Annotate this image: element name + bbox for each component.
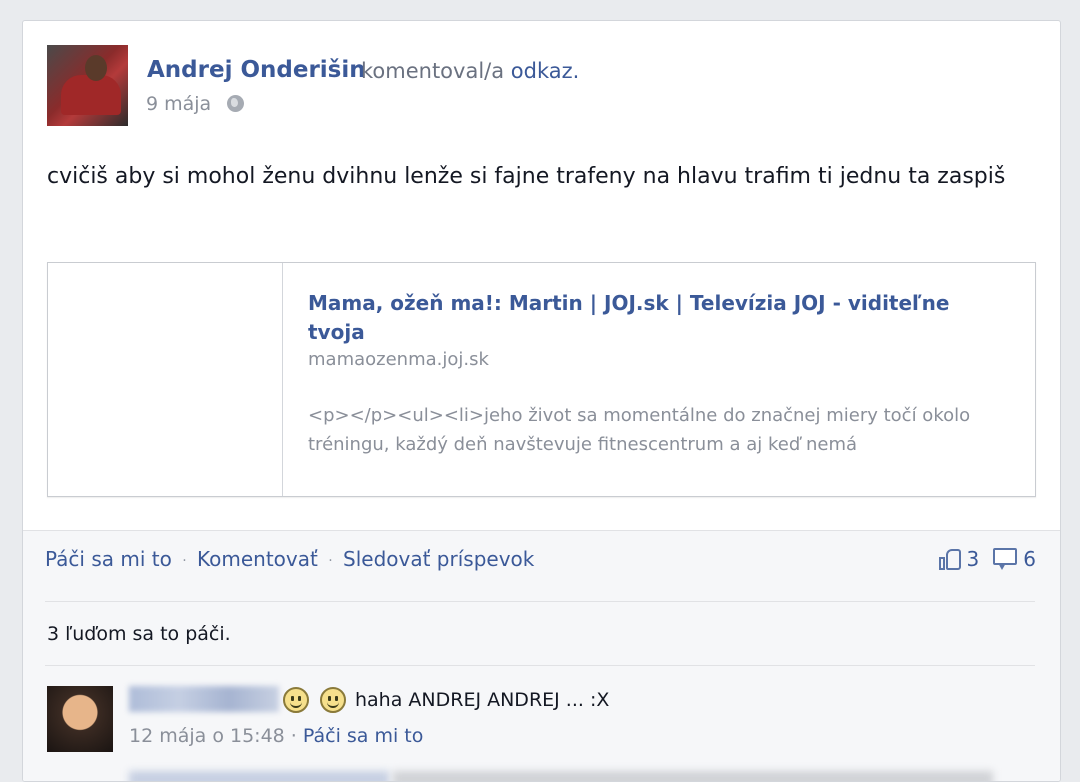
story-card: Andrej Onderišin komentoval/a odkaz. 9 m… — [22, 20, 1061, 782]
comment-meta: 12 mája o 15:48 · Páči sa mi to — [129, 725, 423, 747]
comment-like-button[interactable]: Páči sa mi to — [303, 725, 424, 747]
comment-button[interactable]: Komentovať — [197, 547, 318, 571]
like-count[interactable]: 3 — [967, 547, 980, 571]
object-link[interactable]: odkaz. — [511, 59, 580, 83]
thumbs-up-icon[interactable] — [938, 548, 961, 570]
next-comment-text-blurred — [393, 771, 993, 781]
smiley-emoticon-icon — [283, 687, 309, 713]
author-avatar[interactable] — [47, 45, 128, 126]
link-thumbnail[interactable] — [48, 263, 283, 496]
separator: · — [290, 725, 297, 747]
avatar-photo-body — [61, 75, 121, 115]
commenter-name-blurred[interactable] — [129, 686, 279, 712]
story-header-action: komentoval/a odkaz. — [361, 59, 579, 83]
link-title[interactable]: Mama, ožeň ma!: Martin | JOJ.sk | Televí… — [308, 289, 1008, 347]
divider — [45, 665, 1035, 666]
action-verb: komentoval/a — [361, 59, 505, 83]
post-message: cvičiš aby si mohol ženu dvihnu lenže si… — [47, 164, 1006, 189]
commenter-avatar[interactable] — [47, 686, 113, 752]
follow-post-button[interactable]: Sledovať príspevok — [343, 547, 534, 571]
divider — [45, 601, 1035, 602]
action-links: Páči sa mi to · Komentovať · Sledovať pr… — [45, 547, 534, 571]
comment-count[interactable]: 6 — [1023, 547, 1036, 571]
comment-bubble-icon[interactable] — [993, 548, 1018, 570]
smiley-emoticon-icon — [320, 687, 346, 713]
comment-text: haha ANDREJ ANDREJ ... :X — [355, 689, 610, 711]
globe-icon[interactable] — [227, 95, 244, 112]
separator: · — [182, 552, 187, 569]
comment-timestamp[interactable]: 12 mája o 15:48 — [129, 725, 285, 747]
feedback-counts: 3 6 — [938, 547, 1036, 571]
separator: · — [328, 552, 333, 569]
likes-summary[interactable]: 3 ľuďom sa to páči. — [47, 623, 231, 645]
link-domain: mamaozenma.joj.sk — [308, 349, 489, 370]
avatar-photo-head — [85, 55, 107, 81]
like-button[interactable]: Páči sa mi to — [45, 547, 172, 571]
post-date-link[interactable]: 9 mája — [146, 93, 211, 115]
feedback-panel: Páči sa mi to · Komentovať · Sledovať pr… — [23, 530, 1060, 781]
author-name-link[interactable]: Andrej Onderišin — [147, 57, 366, 83]
link-preview[interactable]: Mama, ožeň ma!: Martin | JOJ.sk | Televí… — [47, 262, 1036, 497]
next-comment-blurred — [129, 771, 389, 781]
link-description: <p></p><ul><li>jeho život sa momentálne … — [308, 405, 971, 455]
